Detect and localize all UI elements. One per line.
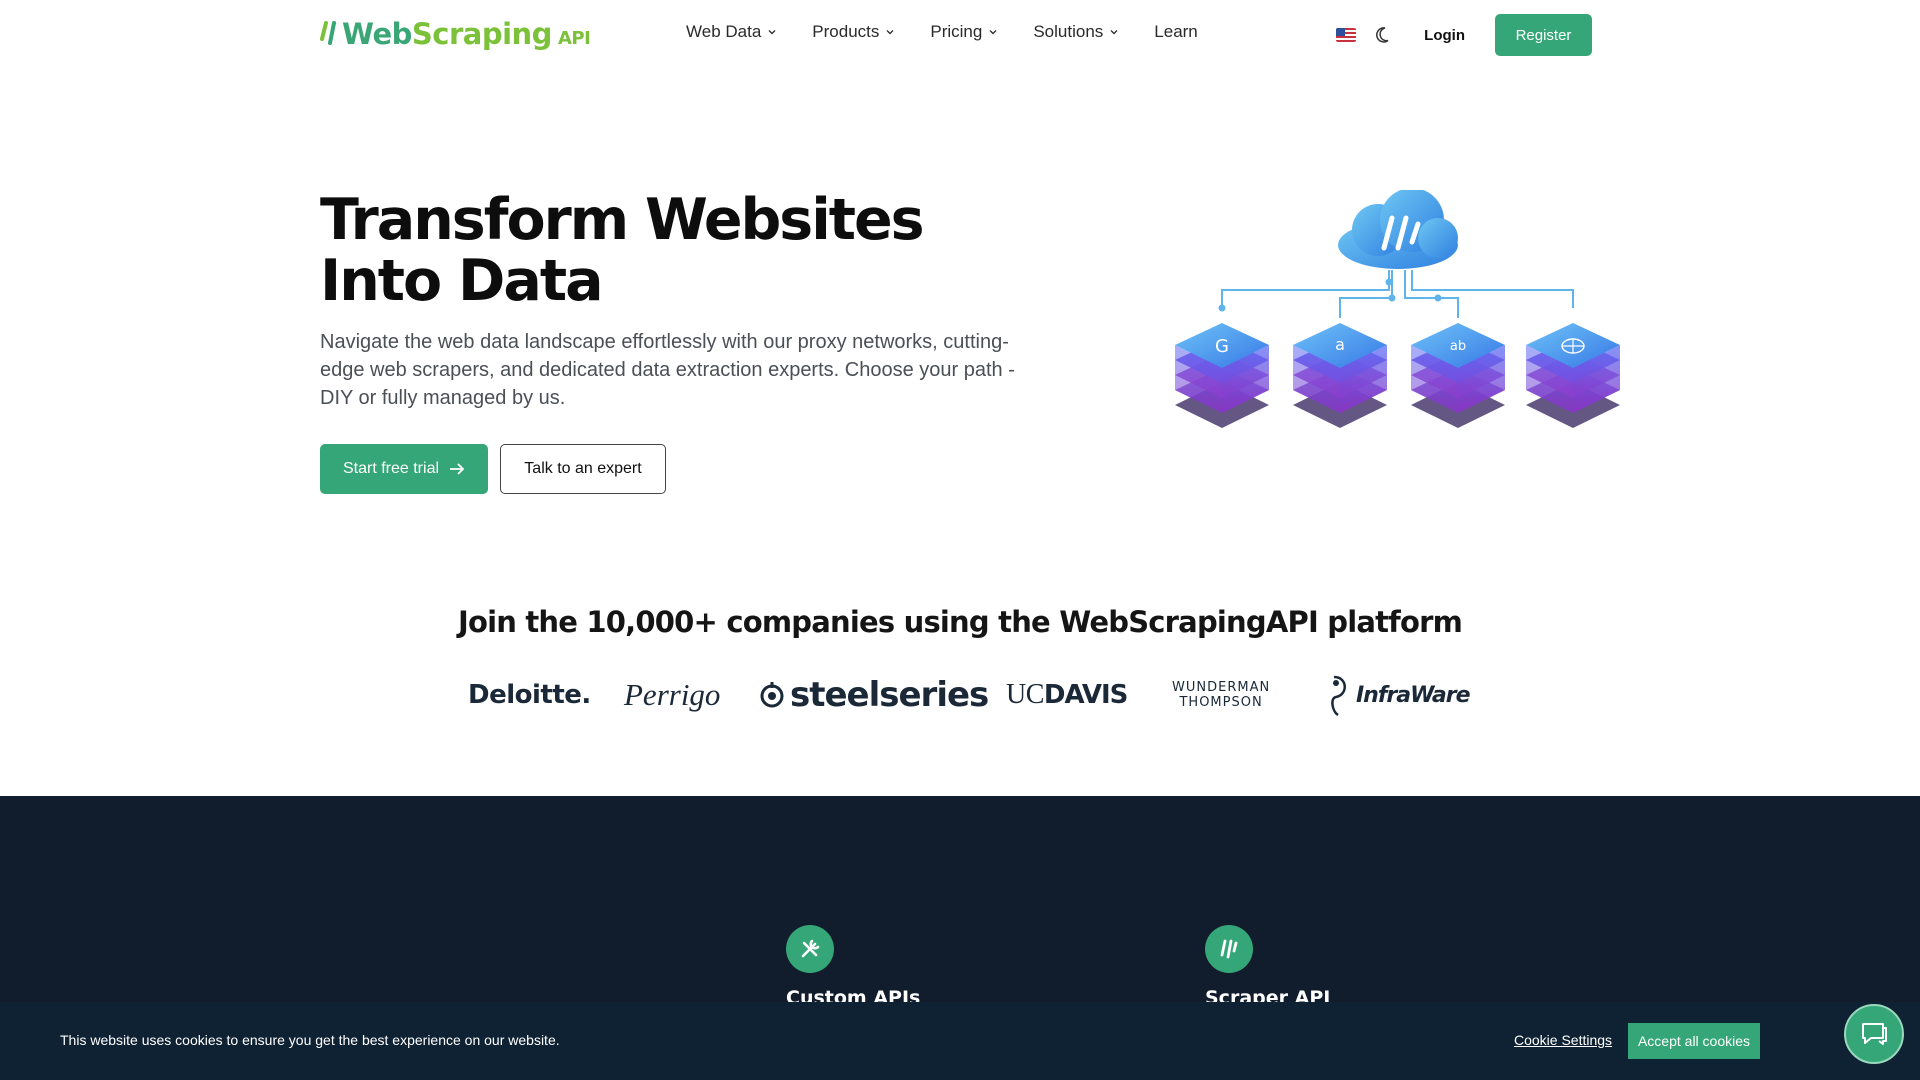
start-free-trial-label: Start free trial xyxy=(342,460,440,477)
cookie-banner: This website uses cookies to ensure you … xyxy=(0,1002,1920,1080)
wunderman-thompson-logo: WUNDERMAN THOMPSON xyxy=(1172,665,1270,725)
hero-title-line2: Into Data xyxy=(320,248,604,314)
ucdavis-logo: UC DAVIS xyxy=(1006,665,1128,725)
start-free-trial-button[interactable]: Start free trial xyxy=(320,444,488,494)
nav-web-data-label: Web Data xyxy=(686,22,762,41)
companies-title: Join the 10,000+ companies using the Web… xyxy=(457,605,1463,639)
logo-api: API xyxy=(557,27,591,49)
nav-solutions[interactable]: Solutions xyxy=(1033,22,1118,42)
chat-icon xyxy=(1862,1023,1887,1045)
chevron-down-icon xyxy=(886,30,894,35)
chevron-down-icon xyxy=(1110,30,1118,35)
us-flag-icon[interactable] xyxy=(1336,28,1357,42)
infraware-wordmark: InfraWare xyxy=(1356,682,1471,708)
nav-products[interactable]: Products xyxy=(812,22,894,42)
nav-pricing-label: Pricing xyxy=(930,22,983,41)
chevron-down-icon xyxy=(989,30,997,35)
infraware-mark-icon xyxy=(1331,675,1346,717)
accept-cookies-button[interactable]: Accept all cookies xyxy=(1628,1023,1760,1059)
company-logos: Deloitte. Perrigo steelseries UC DAVIS WU… xyxy=(468,665,1471,725)
chevron-down-icon xyxy=(768,30,776,35)
globe-icon xyxy=(1561,338,1585,354)
logo-web: Web xyxy=(342,16,412,51)
perrigo-logo: Perrigo xyxy=(624,677,721,712)
server-stack-globe xyxy=(1526,323,1620,428)
logo-mark-icon xyxy=(320,19,340,53)
server-label-ab: ab xyxy=(1450,339,1466,354)
scraper-icon xyxy=(1205,925,1253,973)
nav-learn[interactable]: Learn xyxy=(1154,22,1197,42)
nav-pricing[interactable]: Pricing xyxy=(930,22,997,42)
logo-scraping: Scraping xyxy=(411,16,553,51)
steelseries-wordmark: steelseries xyxy=(790,675,989,715)
ucdavis-uc: UC xyxy=(1006,679,1044,710)
hero-subtitle: Navigate the web data landscape effortle… xyxy=(320,331,1015,409)
logo-wordmark: WebScraping API xyxy=(342,14,591,59)
server-stacks: G a ab xyxy=(1175,323,1620,428)
steelseries-gear-icon xyxy=(760,682,784,708)
connector-lines xyxy=(1221,270,1574,318)
cookie-settings-link[interactable]: Cookie Settings xyxy=(1514,1032,1612,1048)
server-stack-translate: ab xyxy=(1411,323,1505,428)
tools-icon xyxy=(786,925,834,973)
infraware-logo: InfraWare xyxy=(1326,665,1471,725)
wunderman-line1: WUNDERMAN xyxy=(1172,680,1271,695)
ucdavis-davis: DAVIS xyxy=(1043,680,1128,710)
feature-custom-apis[interactable]: Custom APIs xyxy=(786,925,920,1009)
chat-widget-button[interactable] xyxy=(1844,1004,1904,1064)
server-label-a: a xyxy=(1335,335,1345,354)
steelseries-logo: steelseries xyxy=(758,665,989,725)
register-button[interactable]: Register xyxy=(1495,14,1592,56)
header-actions: Login Register xyxy=(1336,14,1592,56)
server-stack-google: G xyxy=(1175,323,1269,428)
server-label-g: G xyxy=(1215,336,1229,357)
hero-title-line1: Transform Websites xyxy=(320,187,925,253)
cloud-icon xyxy=(1338,190,1458,269)
hero-illustration: G a ab xyxy=(1175,190,1620,428)
arrow-right-icon xyxy=(450,463,465,475)
cookie-message: This website uses cookies to ensure you … xyxy=(60,1032,560,1048)
nav-solutions-label: Solutions xyxy=(1033,22,1104,41)
talk-to-expert-button[interactable]: Talk to an expert xyxy=(500,444,666,494)
feature-scraper-api[interactable]: Scraper API xyxy=(1205,925,1330,1009)
nav-web-data[interactable]: Web Data xyxy=(686,22,776,42)
connector-dots xyxy=(1218,278,1577,344)
nav-products-label: Products xyxy=(812,22,880,41)
server-stack-amazon: a xyxy=(1293,323,1387,428)
main-nav: Web Data Products Pricing Solutions Lear… xyxy=(686,22,1198,42)
webscrapingapi-logo[interactable]: WebScraping API xyxy=(320,14,591,59)
site-header: WebScraping API Web Data Products Pricing… xyxy=(0,0,1920,70)
nav-learn-label: Learn xyxy=(1154,22,1198,41)
deloitte-logo: Deloitte. xyxy=(468,680,591,710)
hero-title: Transform Websites Into Data xyxy=(320,190,940,312)
dark-mode-moon-icon[interactable] xyxy=(1374,25,1394,45)
login-link[interactable]: Login xyxy=(1424,27,1465,44)
wunderman-line2: THOMPSON xyxy=(1179,695,1263,710)
